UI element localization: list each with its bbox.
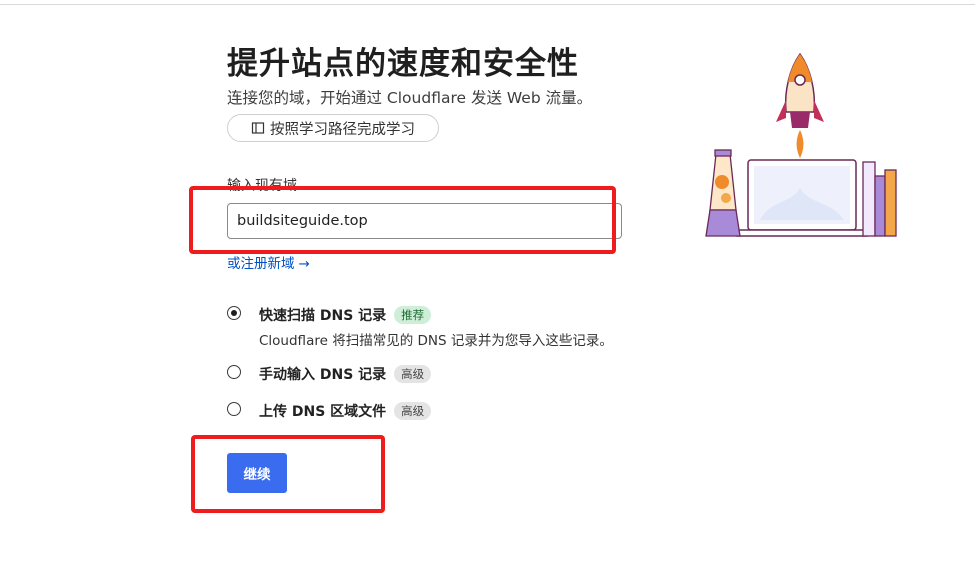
advanced-badge: 高级: [394, 365, 432, 383]
manual-entry-radio[interactable]: [227, 365, 241, 379]
dns-option-manual[interactable]: 手动输入 DNS 记录 高级: [227, 364, 432, 384]
recommended-badge: 推荐: [394, 306, 432, 324]
option-title: 上传 DNS 区域文件: [259, 404, 387, 420]
page-subtitle: 连接您的域，开始通过 Cloudflare 发送 Web 流量。: [227, 89, 593, 107]
rocket-laptop-illustration: [705, 52, 897, 237]
option-description: Cloudflare 将扫描常见的 DNS 记录并为您导入这些记录。: [259, 333, 613, 349]
option-title: 手动输入 DNS 记录: [259, 367, 387, 383]
option-title: 快速扫描 DNS 记录: [259, 308, 387, 324]
register-domain-link[interactable]: 或注册新域 →: [227, 252, 310, 272]
quick-scan-radio[interactable]: [227, 306, 241, 320]
arrow-right-icon: →: [298, 256, 310, 272]
page-title: 提升站点的速度和安全性: [227, 46, 579, 82]
learning-path-button[interactable]: 按照学习路径完成学习: [227, 114, 439, 142]
book-icon: [251, 121, 265, 135]
annotation-box-continue: [191, 435, 385, 513]
dns-option-quick-scan[interactable]: 快速扫描 DNS 记录 推荐 Cloudflare 将扫描常见的 DNS 记录并…: [227, 305, 613, 349]
register-domain-label: 或注册新域: [227, 256, 295, 272]
top-divider: [0, 4, 975, 5]
upload-zone-radio[interactable]: [227, 402, 241, 416]
learning-path-label: 按照学习路径完成学习: [270, 121, 415, 138]
advanced-badge: 高级: [394, 402, 432, 420]
dns-option-upload-zone[interactable]: 上传 DNS 区域文件 高级: [227, 401, 432, 421]
annotation-box-domain: [189, 186, 616, 254]
